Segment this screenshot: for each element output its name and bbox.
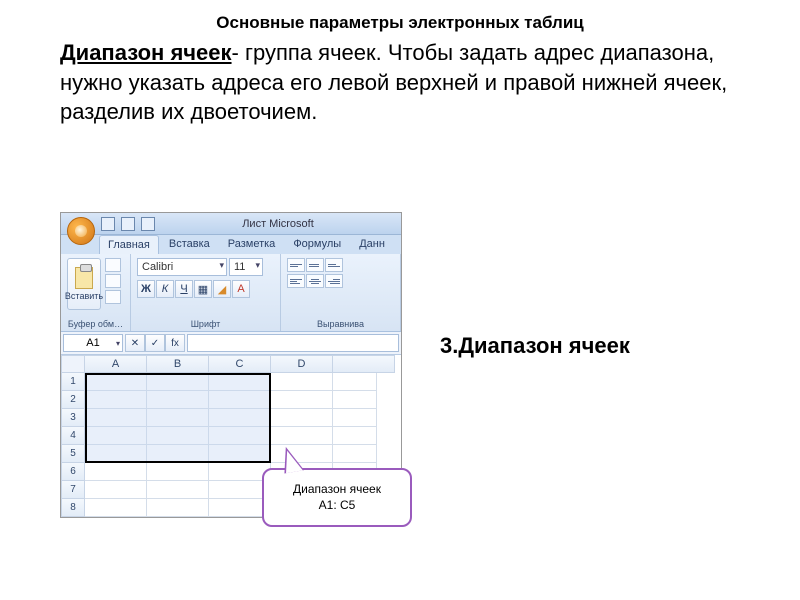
- qat-save-icon[interactable]: [101, 217, 115, 231]
- tab-layout[interactable]: Разметка: [220, 235, 284, 254]
- row-header-2[interactable]: 2: [61, 391, 85, 409]
- row-header-6[interactable]: 6: [61, 463, 85, 481]
- bold-button[interactable]: Ж: [137, 280, 155, 298]
- font-color-button[interactable]: A: [232, 280, 250, 298]
- paste-button[interactable]: Вставить: [67, 258, 101, 310]
- row-header-5[interactable]: 5: [61, 445, 85, 463]
- definition-term: Диапазон ячеек: [60, 40, 232, 65]
- align-top-button[interactable]: [287, 258, 305, 272]
- ribbon-group-clipboard: Вставить Буфер обм…: [61, 254, 131, 331]
- ribbon-group-alignment: Выравнива: [281, 254, 401, 331]
- excel-titlebar: Лист Microsoft: [61, 213, 401, 235]
- group-align-label: Выравнива: [287, 319, 394, 329]
- tab-formulas[interactable]: Формулы: [285, 235, 349, 254]
- border-button[interactable]: ▦: [194, 280, 212, 298]
- col-header-d[interactable]: D: [271, 355, 333, 373]
- group-font-label: Шрифт: [137, 319, 274, 329]
- office-button[interactable]: [67, 217, 95, 245]
- page-title: Основные параметры электронных таблиц: [0, 0, 800, 34]
- row-header-4[interactable]: 4: [61, 427, 85, 445]
- cut-button[interactable]: [105, 258, 121, 272]
- tab-insert[interactable]: Вставка: [161, 235, 218, 254]
- align-middle-button[interactable]: [306, 258, 324, 272]
- formula-bar-row: A1 ✕ ✓ fx: [61, 332, 401, 355]
- callout-bubble: Диапазон ячеек А1: С5: [262, 468, 412, 527]
- group-clipboard-label: Буфер обм…: [67, 319, 124, 329]
- side-caption: 3.Диапазон ячеек: [440, 332, 630, 361]
- font-name-combo[interactable]: Calibri: [137, 258, 227, 276]
- qat-undo-icon[interactable]: [121, 217, 135, 231]
- formula-bar[interactable]: [187, 334, 399, 352]
- fill-color-button[interactable]: ◢: [213, 280, 231, 298]
- align-center-button[interactable]: [306, 274, 324, 288]
- definition-sep: -: [232, 40, 245, 65]
- callout-line1: Диапазон ячеек: [272, 482, 402, 498]
- col-header-c[interactable]: C: [209, 355, 271, 373]
- window-title: Лист Microsoft: [242, 218, 314, 230]
- select-all-corner[interactable]: [61, 355, 85, 373]
- align-bottom-button[interactable]: [325, 258, 343, 272]
- align-left-button[interactable]: [287, 274, 305, 288]
- row-header-3[interactable]: 3: [61, 409, 85, 427]
- row-header-1[interactable]: 1: [61, 373, 85, 391]
- row-header-7[interactable]: 7: [61, 481, 85, 499]
- definition-paragraph: Диапазон ячеек- группа ячеек. Чтобы зада…: [0, 34, 800, 127]
- col-header-e[interactable]: [333, 355, 395, 373]
- name-box[interactable]: A1: [63, 334, 123, 352]
- callout-line2: А1: С5: [272, 498, 402, 514]
- ribbon-group-font: Calibri 11 Ж К Ч ▦ ◢ A Шрифт: [131, 254, 281, 331]
- tab-data[interactable]: Данн: [351, 235, 393, 254]
- underline-button[interactable]: Ч: [175, 280, 193, 298]
- cancel-formula-button[interactable]: ✕: [125, 334, 145, 352]
- copy-button[interactable]: [105, 274, 121, 288]
- format-painter-button[interactable]: [105, 290, 121, 304]
- ribbon: Вставить Буфер обм… Calibri 11: [61, 254, 401, 332]
- font-size-combo[interactable]: 11: [229, 258, 263, 276]
- align-right-button[interactable]: [325, 274, 343, 288]
- tab-home[interactable]: Главная: [99, 235, 159, 254]
- row-header-8[interactable]: 8: [61, 499, 85, 517]
- italic-button[interactable]: К: [156, 280, 174, 298]
- paste-label: Вставить: [65, 291, 103, 301]
- qat-redo-icon[interactable]: [141, 217, 155, 231]
- col-header-a[interactable]: A: [85, 355, 147, 373]
- col-header-b[interactable]: B: [147, 355, 209, 373]
- enter-formula-button[interactable]: ✓: [145, 334, 165, 352]
- fx-button[interactable]: fx: [165, 334, 185, 352]
- clipboard-icon: [75, 267, 93, 289]
- ribbon-tabs: Главная Вставка Разметка Формулы Данн: [61, 235, 401, 254]
